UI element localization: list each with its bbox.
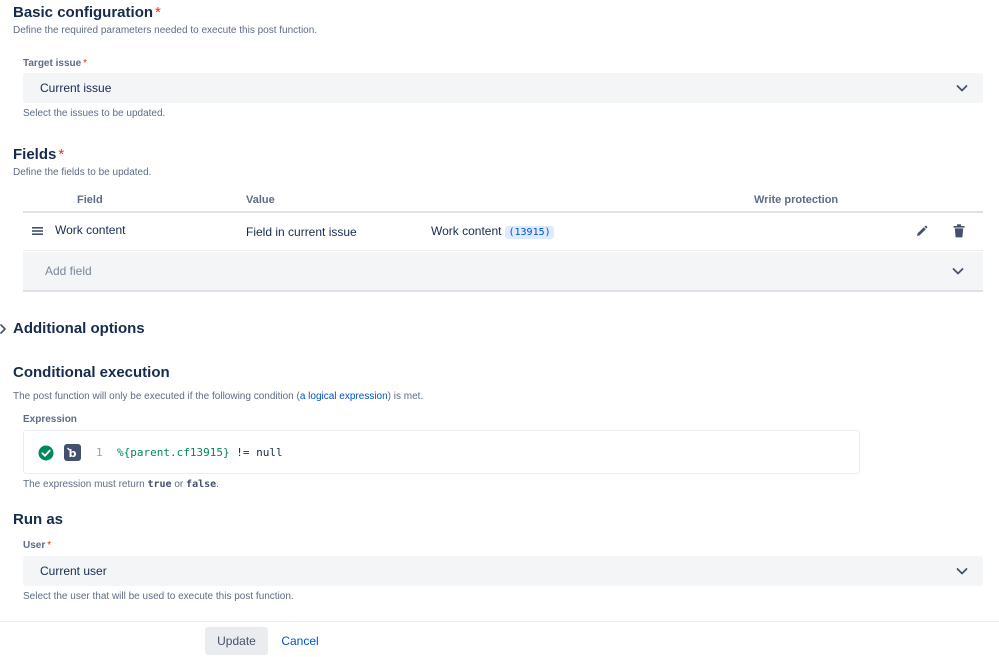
drag-handle-icon[interactable] bbox=[32, 226, 43, 236]
chevron-down-icon bbox=[956, 568, 968, 575]
trash-icon[interactable] bbox=[953, 224, 965, 238]
required-marker: * bbox=[58, 146, 65, 163]
required-marker: * bbox=[83, 58, 88, 69]
field-name: Work content bbox=[55, 223, 126, 237]
code-editor-icon[interactable]: b bbox=[64, 444, 81, 461]
fields-description: Define the fields to be updated. bbox=[13, 167, 152, 178]
expression-code[interactable]: %{parent.cf13915} != null bbox=[117, 446, 283, 459]
value-field: Work content (13915) bbox=[431, 224, 554, 239]
chevron-down-icon bbox=[956, 85, 968, 92]
pencil-icon[interactable] bbox=[915, 225, 928, 238]
run-as-title: Run as bbox=[13, 511, 64, 528]
basic-config-title: Basic configuration * bbox=[13, 4, 161, 21]
user-label: User * bbox=[23, 540, 52, 551]
footer-divider bbox=[0, 621, 999, 622]
run-as-user-value: Current user bbox=[40, 564, 107, 578]
column-header-write-protection: Write protection bbox=[754, 194, 839, 206]
fields-title: Fields * bbox=[13, 146, 65, 163]
chevron-right-icon bbox=[0, 323, 6, 334]
line-number: 1 bbox=[96, 446, 103, 459]
svg-text:b: b bbox=[69, 447, 77, 460]
column-header-field: Field bbox=[77, 194, 103, 206]
run-as-user-select[interactable]: Current user bbox=[23, 556, 983, 586]
run-as-user-help: Select the user that will be used to exe… bbox=[23, 591, 294, 602]
basic-config-description: Define the required parameters needed to… bbox=[13, 25, 318, 36]
add-field-placeholder: Add field bbox=[45, 264, 92, 278]
target-issue-select[interactable]: Current issue bbox=[23, 73, 983, 103]
value-source: Field in current issue bbox=[246, 225, 357, 239]
column-header-value: Value bbox=[246, 194, 275, 206]
expression-operator: != null bbox=[229, 446, 283, 459]
cancel-button[interactable]: Cancel bbox=[273, 627, 327, 655]
conditional-execution-description: The post function will only be executed … bbox=[13, 391, 424, 402]
expression-variable: %{parent.cf13915} bbox=[117, 446, 230, 459]
target-issue-value: Current issue bbox=[40, 81, 112, 95]
check-circle-icon bbox=[38, 445, 54, 461]
expression-help: The expression must return true or false… bbox=[23, 479, 219, 490]
expression-editor[interactable]: b 1 %{parent.cf13915} != null bbox=[23, 430, 860, 474]
expression-label: Expression bbox=[23, 414, 77, 425]
required-marker: * bbox=[155, 4, 161, 21]
conditional-execution-title: Conditional execution bbox=[13, 364, 170, 381]
target-issue-label: Target issue * bbox=[23, 58, 88, 69]
add-field-select[interactable]: Add field bbox=[23, 252, 983, 292]
additional-options-toggle[interactable]: Additional options bbox=[0, 320, 145, 337]
update-button[interactable]: Update bbox=[205, 627, 268, 655]
table-row: Work content Field in current issue Work… bbox=[23, 213, 983, 251]
required-marker: * bbox=[47, 540, 52, 551]
target-issue-help: Select the issues to be updated. bbox=[23, 108, 166, 119]
value-field-name: Work content bbox=[431, 224, 502, 238]
field-id-badge: (13915) bbox=[505, 226, 554, 239]
chevron-down-icon bbox=[952, 268, 964, 275]
logical-expression-link[interactable]: a logical expression bbox=[300, 391, 388, 402]
additional-options-title: Additional options bbox=[13, 320, 145, 337]
